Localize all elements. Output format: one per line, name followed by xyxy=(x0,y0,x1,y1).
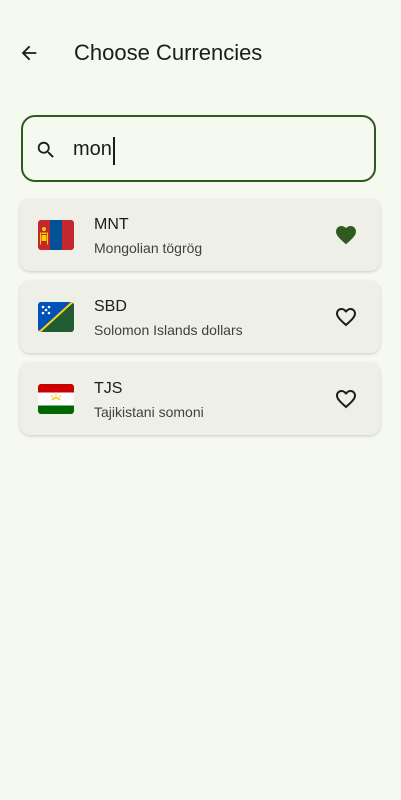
back-button[interactable] xyxy=(14,38,44,68)
heart-outline-icon[interactable] xyxy=(334,387,358,411)
text-cursor xyxy=(112,137,115,165)
currency-code: MNT xyxy=(94,216,129,233)
heart-outline-icon[interactable] xyxy=(334,305,358,329)
search-input[interactable] xyxy=(73,131,353,167)
heart-filled-icon[interactable] xyxy=(334,223,358,247)
page-title: Choose Currencies xyxy=(74,40,263,65)
search-icon xyxy=(37,141,54,158)
currency-code: SBD xyxy=(94,298,127,315)
currency-name: Mongolian tögrög xyxy=(94,240,203,256)
currency-item-sbd[interactable]: SBD Solomon Islands dollars xyxy=(20,281,380,353)
mongolia-flag-icon xyxy=(38,220,74,250)
currency-list: MNT Mongolian tögrög SBD Solomon Islands… xyxy=(20,199,380,445)
currency-name: Solomon Islands dollars xyxy=(94,322,243,338)
currency-item-tjs[interactable]: TJS Tajikistani somoni xyxy=(20,363,380,435)
currency-item-mnt[interactable]: MNT Mongolian tögrög xyxy=(20,199,380,271)
search-field[interactable] xyxy=(21,115,376,182)
arrow-back-icon xyxy=(21,45,37,61)
currency-code: TJS xyxy=(94,380,123,397)
solomon-islands-flag-icon xyxy=(38,302,74,332)
top-app-bar: Choose Currencies xyxy=(0,0,401,104)
tajikistan-flag-icon xyxy=(38,384,74,414)
currency-name: Tajikistani somoni xyxy=(94,404,204,420)
